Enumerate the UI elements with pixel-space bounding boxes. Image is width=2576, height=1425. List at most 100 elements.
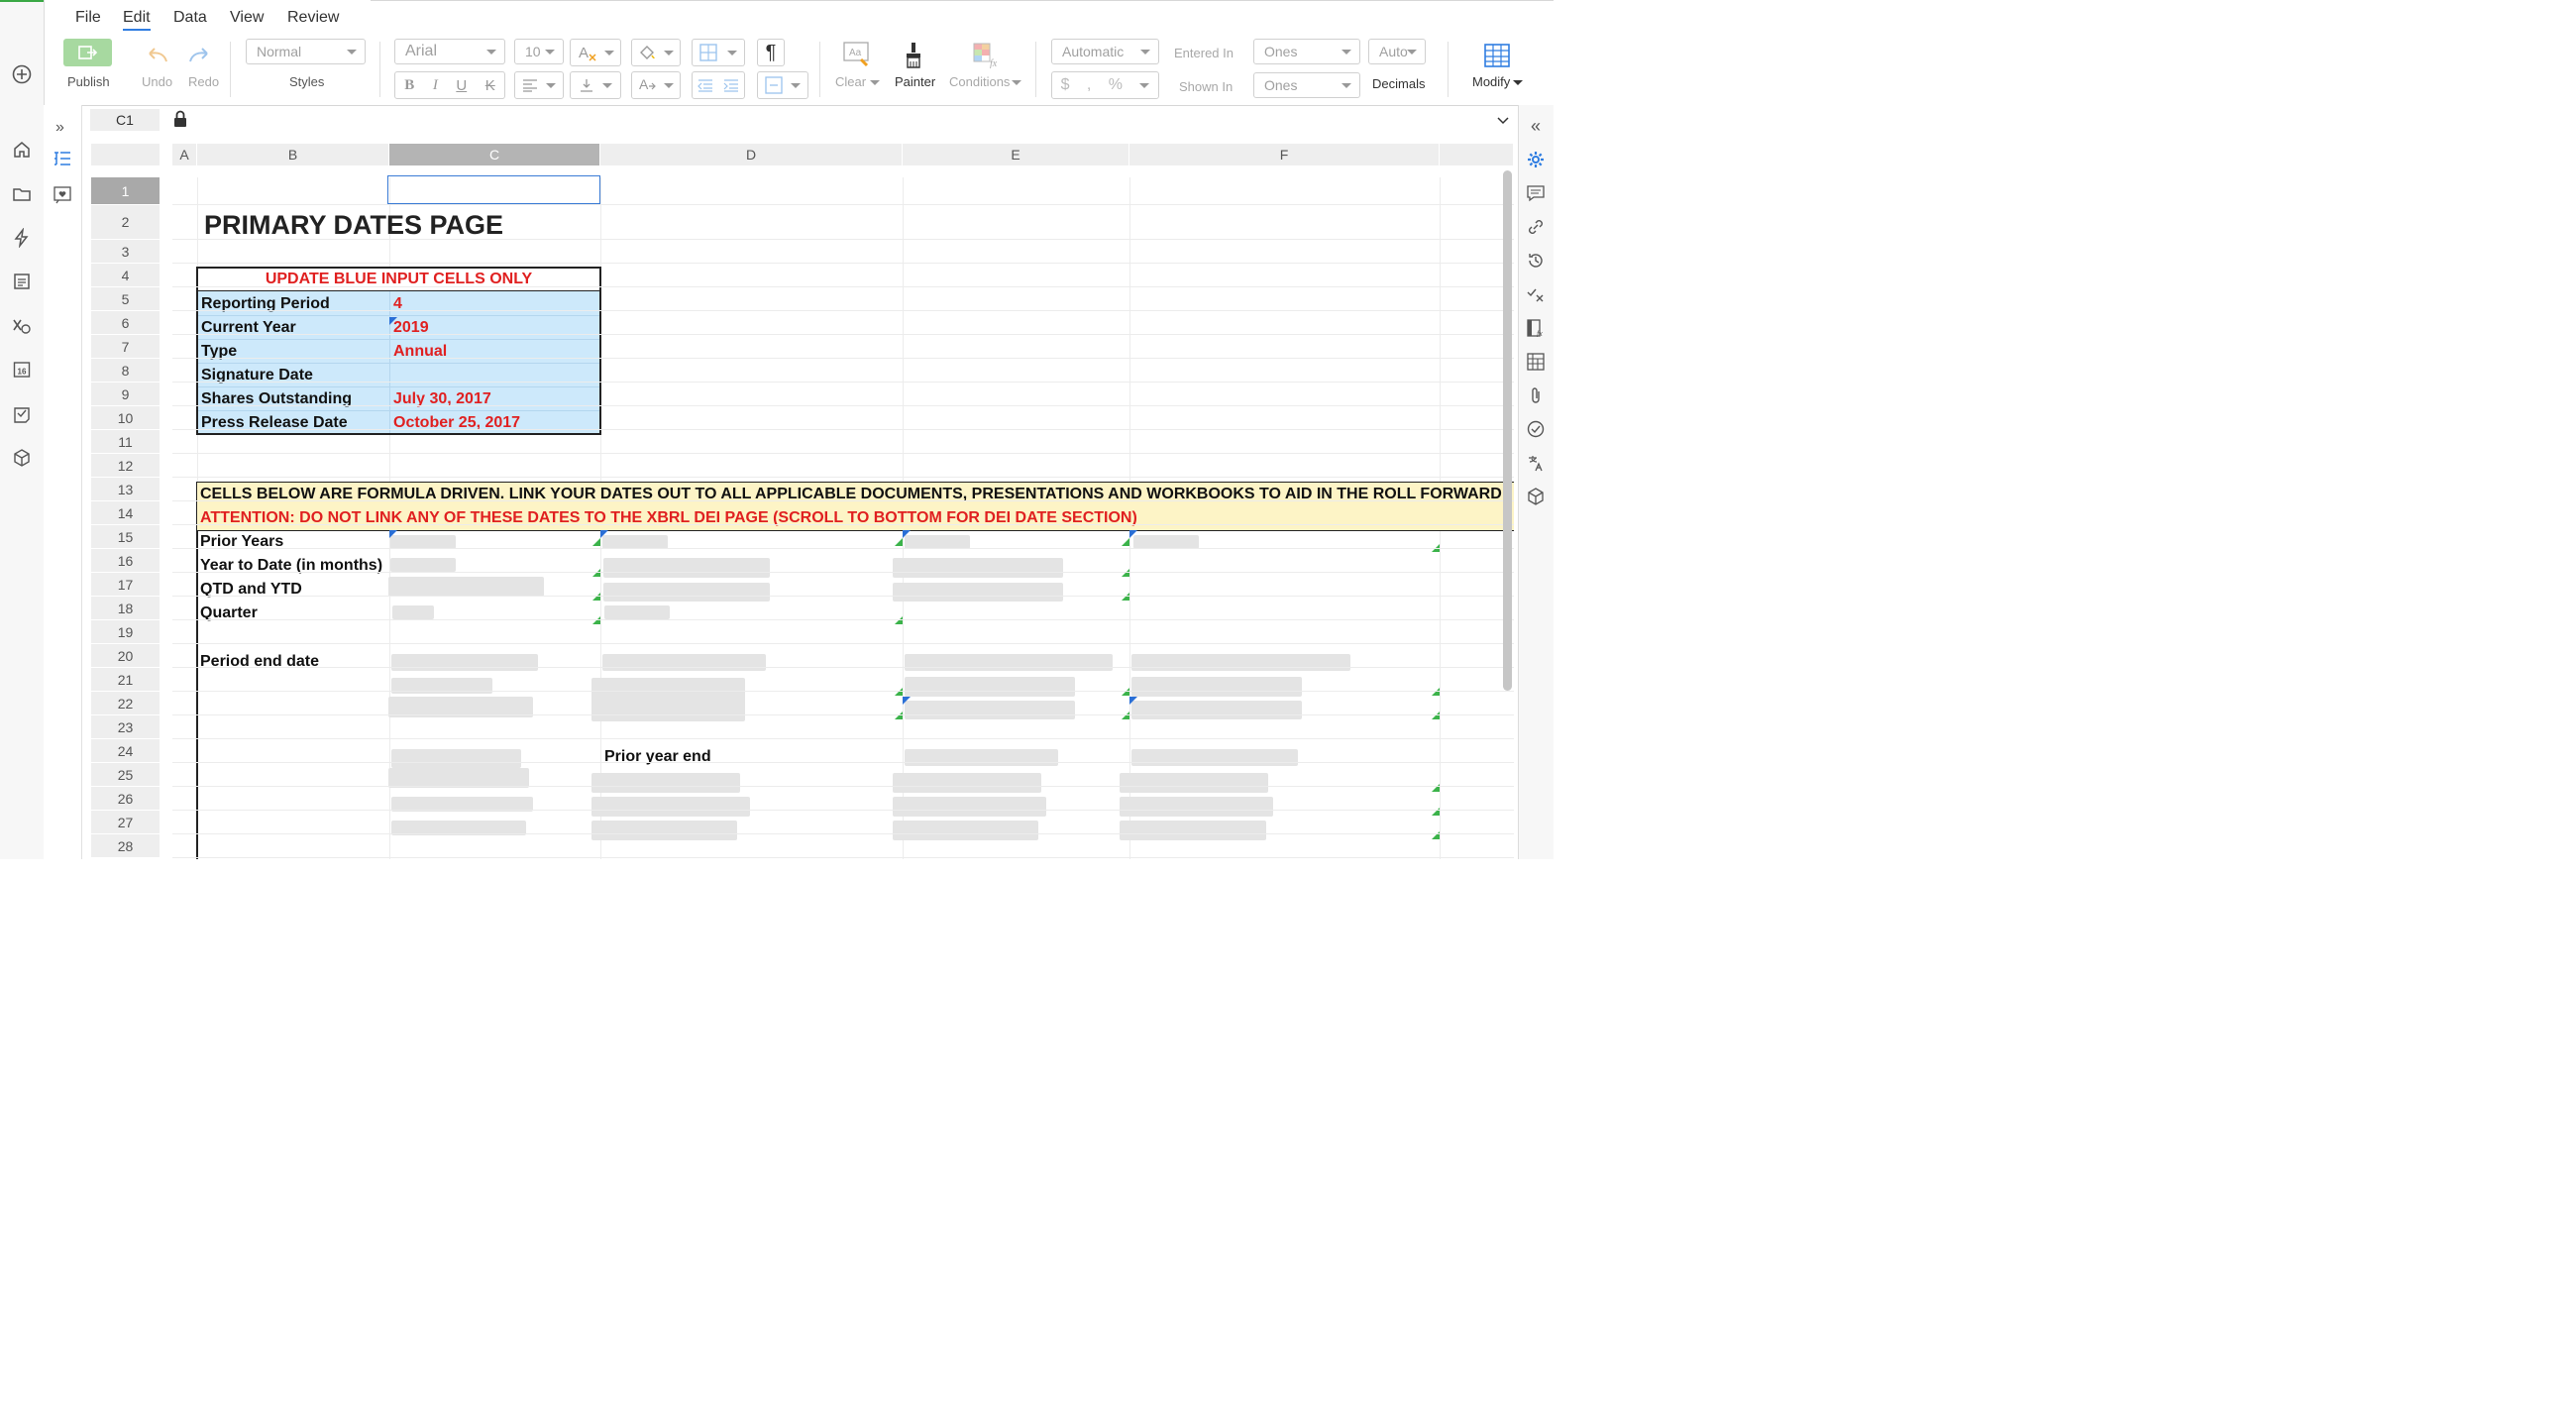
row-header[interactable]: 23 [91,715,160,739]
menu-edit[interactable]: Edit [123,9,151,31]
shown-in-select[interactable]: Ones [1253,72,1360,98]
translate-icon[interactable] [1523,450,1549,476]
redacted-cell[interactable] [1133,535,1199,549]
clear-icon[interactable]: Aa [843,42,871,72]
row-header[interactable]: 3 [91,240,160,264]
column-header[interactable]: A [172,144,197,165]
row-header[interactable]: 27 [91,811,160,834]
conditional-format-icon[interactable]: fx [973,43,1001,73]
row-header[interactable]: 12 [91,454,160,478]
clear-format-button[interactable]: A [570,39,621,66]
redacted-cell[interactable] [604,605,670,619]
home-icon[interactable] [8,136,36,164]
outline-icon[interactable] [54,151,71,173]
redacted-cell[interactable] [603,558,770,578]
redacted-cell[interactable] [591,797,750,817]
row-header[interactable]: 10 [91,406,160,430]
row-header[interactable]: 17 [91,573,160,597]
style-select[interactable]: Normal [246,39,366,64]
currency-icon[interactable]: $ [1061,76,1070,94]
italic-icon[interactable]: I [433,77,438,94]
redacted-cell[interactable] [1131,749,1298,766]
column-header[interactable]: E [903,144,1129,165]
row-header[interactable]: 15 [91,525,160,549]
row-header[interactable]: 28 [91,834,160,858]
redacted-cell[interactable] [1120,821,1266,840]
calendar-icon[interactable]: 16 [8,356,36,384]
redacted-cell[interactable] [893,583,1063,602]
folder-icon[interactable] [8,180,36,208]
outdent-icon[interactable] [698,78,713,92]
add-icon[interactable] [8,60,36,88]
redacted-cell[interactable] [591,821,737,840]
redacted-cell[interactable] [388,768,529,788]
merge-cells-button[interactable] [757,71,808,99]
redacted-cell[interactable] [893,773,1041,793]
show-formatting-button[interactable]: ¶ [757,39,785,66]
link-icon[interactable] [1523,214,1549,240]
formula-sheet-icon[interactable]: fx [1523,315,1549,341]
redacted-cell[interactable] [390,535,456,549]
redacted-cell[interactable] [905,654,1113,671]
row-header[interactable]: 24 [91,739,160,763]
redacted-cell[interactable] [893,558,1063,578]
borders-button[interactable] [692,39,745,66]
column-header[interactable]: F [1129,144,1440,165]
row-header[interactable]: 11 [91,430,160,454]
font-select[interactable]: Arial [394,39,505,64]
row-header[interactable]: 4 [91,264,160,287]
menu-review[interactable]: Review [287,9,339,27]
redacted-cell[interactable] [591,773,740,793]
percent-icon[interactable]: % [1109,76,1123,94]
row-header[interactable]: 6 [91,311,160,335]
grid-corner[interactable] [91,144,160,165]
cube-icon[interactable] [8,444,36,472]
redo-icon[interactable] [188,46,214,68]
selected-cell[interactable] [387,175,600,204]
undo-icon[interactable] [143,46,168,68]
modify-label[interactable]: Modify [1472,74,1510,89]
vertical-align-button[interactable] [570,71,621,99]
underline-icon[interactable]: U [456,77,467,94]
favorite-comment-icon[interactable] [54,186,71,209]
redacted-cell[interactable] [392,605,434,619]
bold-icon[interactable]: B [404,77,414,94]
redacted-cell[interactable] [1120,773,1268,793]
table-icon[interactable] [1523,349,1549,375]
row-header[interactable]: 9 [91,383,160,406]
checklist-icon[interactable] [8,400,36,428]
font-size-select[interactable]: 10 [514,39,564,64]
number-format-select[interactable]: Automatic [1051,39,1159,64]
row-header[interactable]: 14 [91,501,160,525]
redacted-cell[interactable] [602,654,766,671]
row-header[interactable]: 1 [91,177,160,205]
conditions-label[interactable]: Conditions [949,74,1010,89]
attachment-icon[interactable] [1523,383,1549,408]
publish-button[interactable] [63,39,112,66]
approve-icon[interactable] [1523,416,1549,442]
gear-icon[interactable] [1523,147,1549,172]
row-header[interactable]: 8 [91,359,160,383]
row-header[interactable]: 16 [91,549,160,573]
clear-label[interactable]: Clear [835,74,866,89]
row-header[interactable]: 2 [91,205,160,240]
cell-reference[interactable]: C1 [90,109,160,131]
text-color-button[interactable]: A [631,71,681,99]
column-header[interactable]: B [197,144,389,165]
horizontal-align-button[interactable] [514,71,564,99]
menu-file[interactable]: File [75,9,101,27]
redacted-cell[interactable] [1131,654,1350,671]
redacted-cell[interactable] [388,577,544,597]
redacted-cell[interactable] [603,583,770,602]
chevron-down-icon[interactable] [1139,82,1150,88]
indent-icon[interactable] [723,78,739,92]
row-header[interactable]: 26 [91,787,160,811]
column-header[interactable]: D [600,144,903,165]
row-header[interactable]: 22 [91,692,160,715]
row-header[interactable]: 25 [91,763,160,787]
comment-icon[interactable] [1523,180,1549,206]
redacted-cell[interactable] [1120,797,1273,817]
row-header[interactable]: 7 [91,335,160,359]
redacted-cell[interactable] [893,821,1038,840]
row-header[interactable]: 19 [91,620,160,644]
